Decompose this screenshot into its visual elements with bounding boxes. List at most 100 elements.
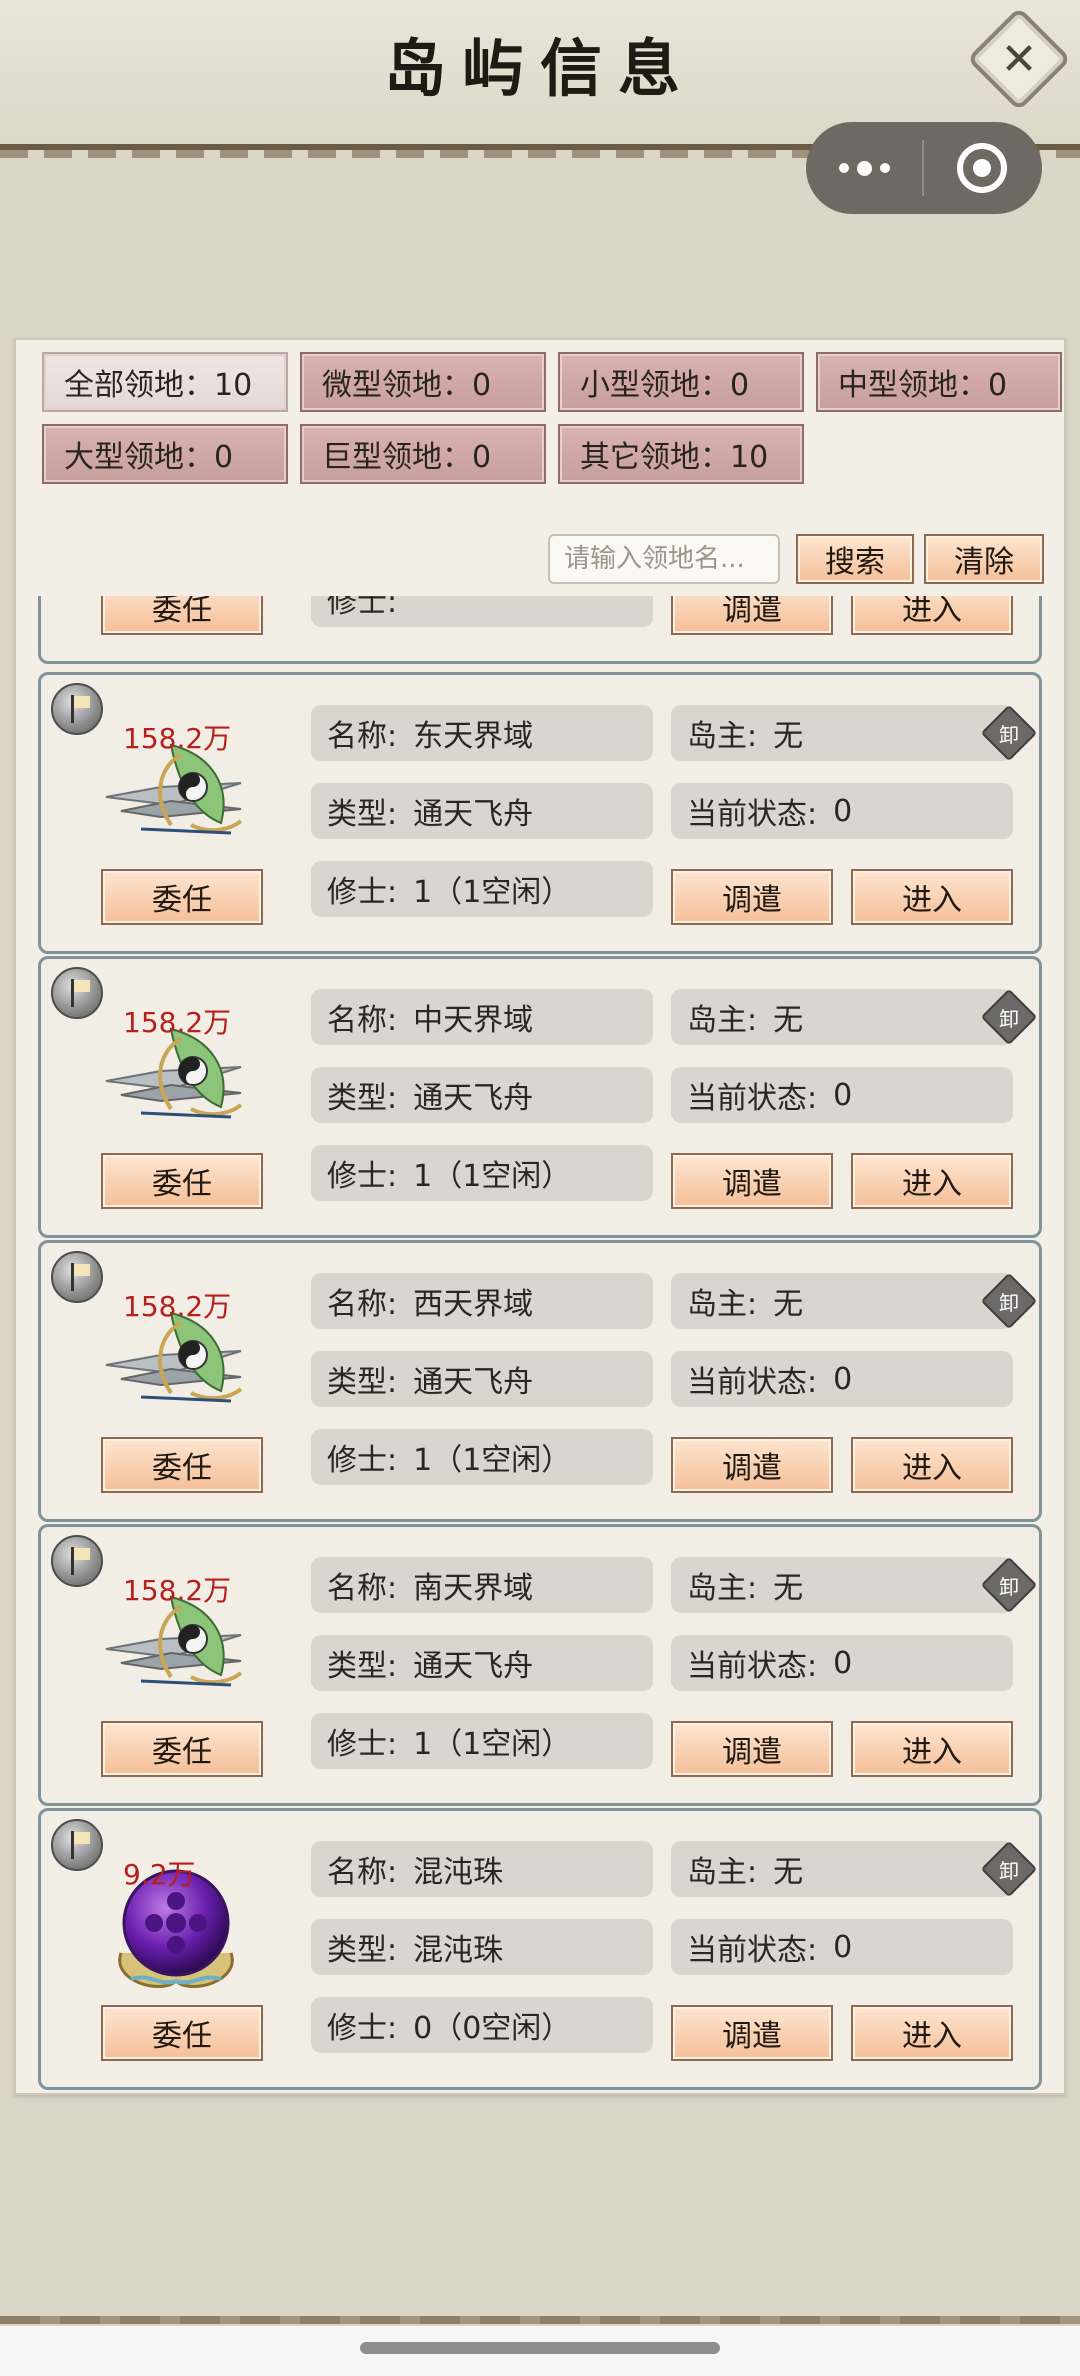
- dispatch-button[interactable]: 调遣: [671, 2005, 833, 2061]
- search-input[interactable]: [548, 534, 780, 584]
- name-label: 名称:: [327, 1287, 398, 1322]
- name-label: 名称:: [327, 719, 398, 754]
- page-title: 岛屿信息: [383, 32, 696, 105]
- flag-icon: [51, 967, 103, 1019]
- staff-label: 修士:: [327, 596, 398, 620]
- staff-label: 修士:: [327, 875, 398, 910]
- filter-small[interactable]: 小型领地：0: [558, 352, 804, 412]
- filter-huge[interactable]: 巨型领地：0: [300, 424, 546, 484]
- owner-label: 岛主:: [687, 1571, 758, 1606]
- ship-art: [105, 1311, 243, 1403]
- name-label: 名称:: [327, 1003, 398, 1038]
- name-field: 名称: 东天界域: [311, 705, 653, 761]
- ship-art: [105, 1027, 243, 1119]
- state-label: 当前状态:: [687, 1365, 818, 1400]
- state-field: 当前状态: 0: [671, 783, 1013, 839]
- filter-other[interactable]: 其它领地：10: [558, 424, 804, 484]
- owner-field: 岛主: 无: [671, 1557, 1013, 1613]
- appoint-button[interactable]: 委任: [101, 1153, 263, 1209]
- type-value: 混沌珠: [413, 1933, 504, 1968]
- dispatch-button[interactable]: 调遣: [671, 596, 833, 635]
- dispatch-button[interactable]: 调遣: [671, 869, 833, 925]
- clear-button[interactable]: 清除: [924, 534, 1044, 584]
- name-value: 西天界域: [413, 1287, 534, 1322]
- type-field: 类型: 通天飞舟: [311, 1067, 653, 1123]
- territory-card: 委任 名称: 岛主: 卸 类型: 当前状态: 修士: 调遣 进入: [38, 596, 1042, 664]
- staff-value: 0（0空闲）: [413, 2011, 572, 2046]
- name-label: 名称:: [327, 1571, 398, 1606]
- appoint-button[interactable]: 委任: [101, 2005, 263, 2061]
- staff-label: 修士:: [327, 1443, 398, 1478]
- power-value: 158.2万: [123, 722, 232, 755]
- territory-card: 158.2万 委任 名称: 南天界域 岛主: 无 卸 类型: 通天飞舟 当前状态…: [38, 1524, 1042, 1806]
- owner-label: 岛主:: [687, 1287, 758, 1322]
- appoint-button[interactable]: 委任: [101, 596, 263, 635]
- unload-label: 卸: [999, 1290, 1019, 1315]
- state-value: 0: [833, 1361, 853, 1397]
- owner-value: 无: [773, 1287, 804, 1322]
- type-value: 通天飞舟: [413, 1081, 534, 1116]
- staff-label: 修士:: [327, 1727, 398, 1762]
- search-button[interactable]: 搜索: [796, 534, 914, 584]
- enter-button[interactable]: 进入: [851, 1721, 1013, 1777]
- staff-label: 修士:: [327, 1159, 398, 1194]
- staff-value: 1（1空闲）: [413, 1727, 572, 1762]
- flag-icon: [51, 683, 103, 735]
- appoint-button[interactable]: 委任: [101, 1721, 263, 1777]
- staff-field: 修士: 1（1空闲）: [311, 1429, 653, 1485]
- unload-label: 卸: [999, 722, 1019, 747]
- dispatch-button[interactable]: 调遣: [671, 1153, 833, 1209]
- appoint-button[interactable]: 委任: [101, 869, 263, 925]
- owner-value: 无: [773, 719, 804, 754]
- filter-micro[interactable]: 微型领地：0: [300, 352, 546, 412]
- state-value: 0: [833, 793, 853, 829]
- state-label: 当前状态:: [687, 1649, 818, 1684]
- enter-button[interactable]: 进入: [851, 869, 1013, 925]
- state-field: 当前状态: 0: [671, 1351, 1013, 1407]
- name-value: 混沌珠: [413, 1855, 504, 1890]
- staff-field: 修士: 1（1空闲）: [311, 1145, 653, 1201]
- enter-button[interactable]: 进入: [851, 2005, 1013, 2061]
- staff-field: 修士: 1（1空闲）: [311, 1713, 653, 1769]
- enter-button[interactable]: 进入: [851, 1153, 1013, 1209]
- staff-label: 修士:: [327, 2011, 398, 2046]
- state-value: 0: [833, 1645, 853, 1681]
- state-label: 当前状态:: [687, 797, 818, 832]
- appoint-button[interactable]: 委任: [101, 1437, 263, 1493]
- owner-field: 岛主: 无: [671, 1841, 1013, 1897]
- type-label: 类型:: [327, 1933, 398, 1968]
- home-indicator[interactable]: [360, 2342, 720, 2354]
- dispatch-button[interactable]: 调遣: [671, 1721, 833, 1777]
- dispatch-button[interactable]: 调遣: [671, 1437, 833, 1493]
- flag-icon: [51, 1535, 103, 1587]
- territory-panel: 全部领地：10 微型领地：0 小型领地：0 中型领地：0 大型领地：0 巨型领地…: [14, 338, 1066, 2095]
- type-field: 类型: 混沌珠: [311, 1919, 653, 1975]
- territory-card: 158.2万 委任 名称: 东天界域 岛主: 无 卸 类型: 通天飞舟 当前状态…: [38, 672, 1042, 954]
- more-options-icon[interactable]: [806, 122, 922, 214]
- enter-button[interactable]: 进入: [851, 596, 1013, 635]
- filter-medium[interactable]: 中型领地：0: [816, 352, 1062, 412]
- filter-all[interactable]: 全部领地：10: [42, 352, 288, 412]
- unload-label: 卸: [999, 1574, 1019, 1599]
- power-value: 9.2万: [123, 1858, 196, 1891]
- state-field: 当前状态: 0: [671, 1919, 1013, 1975]
- territory-card: 158.2万 委任 名称: 中天界域 岛主: 无 卸 类型: 通天飞舟 当前状态…: [38, 956, 1042, 1238]
- unload-label: 卸: [999, 1858, 1019, 1883]
- enter-button[interactable]: 进入: [851, 1437, 1013, 1493]
- type-field: 类型: 通天飞舟: [311, 1635, 653, 1691]
- name-value: 东天界域: [413, 719, 534, 754]
- territory-list[interactable]: 委任 名称: 岛主: 卸 类型: 当前状态: 修士: 调遣 进入: [16, 596, 1064, 2093]
- ship-art: [105, 1595, 243, 1687]
- owner-field: 岛主: 无: [671, 705, 1013, 761]
- type-label: 类型:: [327, 1081, 398, 1116]
- close-miniprogram-icon[interactable]: [924, 122, 1040, 214]
- state-field: 当前状态: 0: [671, 1635, 1013, 1691]
- staff-field: 修士:: [311, 596, 653, 627]
- flag-icon: [51, 1251, 103, 1303]
- owner-value: 无: [773, 1003, 804, 1038]
- name-label: 名称:: [327, 1855, 398, 1890]
- owner-label: 岛主:: [687, 719, 758, 754]
- territory-card: 9.2万 委任 名称: 混沌珠 岛主: 无 卸 类型: 混沌珠 当前状态: 0 …: [38, 1808, 1042, 2090]
- owner-field: 岛主: 无: [671, 1273, 1013, 1329]
- filter-large[interactable]: 大型领地：0: [42, 424, 288, 484]
